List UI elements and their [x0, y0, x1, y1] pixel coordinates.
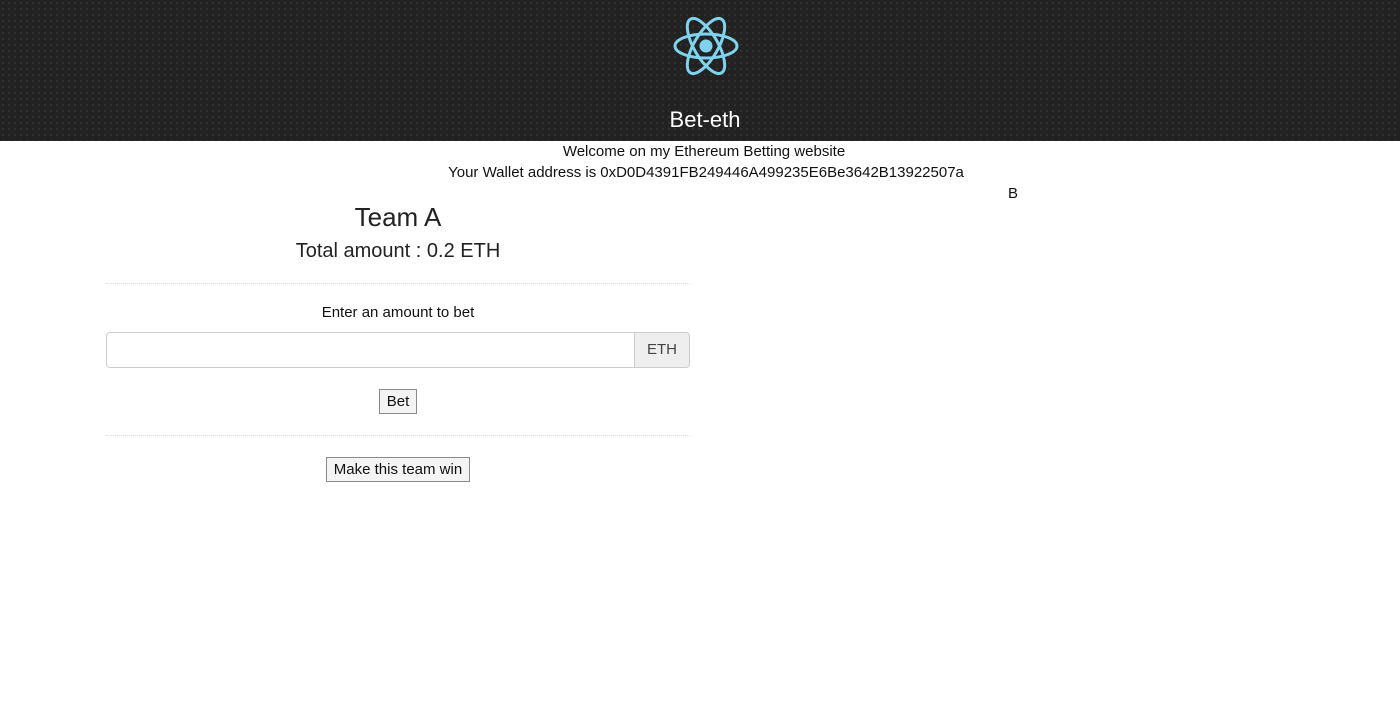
team-a-panel: Team A Total amount : 0.2 ETH Enter an a…: [106, 196, 690, 482]
react-atom-logo-icon: [673, 16, 739, 76]
wallet-address-label: Your Wallet address is: [448, 164, 597, 181]
currency-addon: ETH: [634, 332, 690, 368]
win-button-container: Make this team win: [106, 457, 690, 482]
make-team-win-button[interactable]: Make this team win: [325, 457, 471, 482]
bet-button[interactable]: Bet: [378, 389, 418, 414]
bet-amount-input[interactable]: [106, 332, 634, 368]
divider: [106, 283, 690, 284]
team-a-title: Team A: [354, 202, 442, 232]
app-header: Bet-eth: [0, 0, 1400, 141]
welcome-message: Welcome on my Ethereum Betting website: [562, 143, 846, 160]
app-title: Bet-eth: [669, 107, 741, 132]
team-a-total-amount: Total amount : 0.2 ETH: [295, 240, 501, 262]
bet-amount-label: Enter an amount to bet: [321, 304, 475, 321]
bet-button-container: Bet: [106, 389, 690, 414]
divider: [106, 435, 690, 436]
wallet-address-line: Your Wallet address is 0xD0D4391FB249446A…: [0, 164, 1400, 182]
bet-amount-input-group: ETH: [106, 332, 690, 368]
wallet-address-value: 0xD0D4391FB249446A499235E6Be3642B1392250…: [600, 164, 964, 181]
team-b-label: B: [1008, 185, 1019, 202]
